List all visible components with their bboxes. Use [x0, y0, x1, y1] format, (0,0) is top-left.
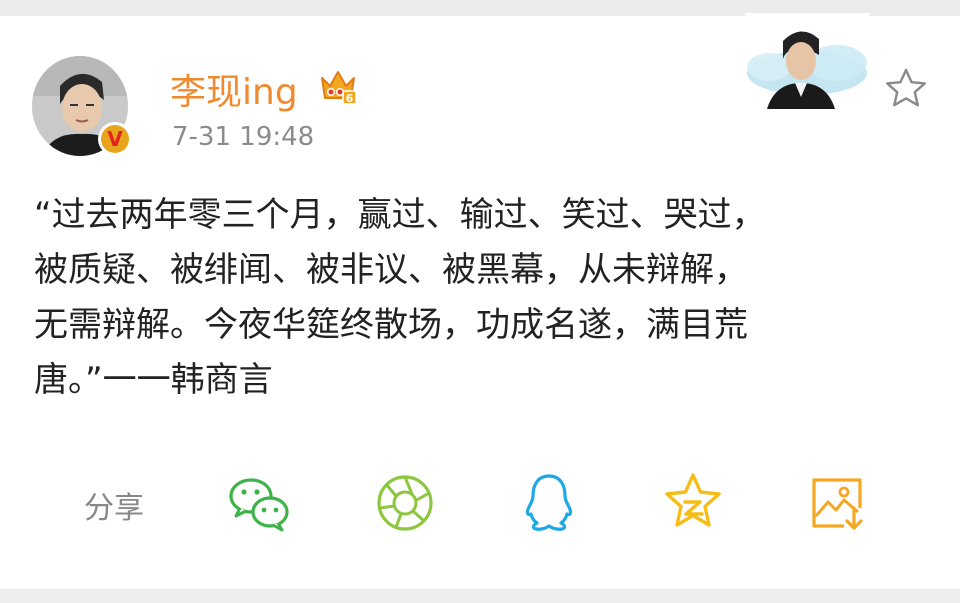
card-background-thumbnail[interactable] — [745, 13, 870, 109]
bottom-divider — [0, 589, 960, 603]
qzone-icon — [665, 473, 721, 527]
verified-icon: V — [101, 125, 129, 153]
post-timestamp: 7-31 19:48 — [172, 122, 315, 152]
share-wechat-button[interactable] — [226, 470, 292, 536]
share-qq-button[interactable] — [516, 470, 582, 536]
share-label: 分享 — [84, 491, 144, 526]
vip-level-label: 6 — [346, 92, 354, 105]
post-content: “过去两年零三个月，赢过、输过、笑过、哭过， 被质疑、被绯闻、被非议、被黑幕，从… — [34, 195, 766, 400]
qq-icon — [525, 474, 573, 531]
weibo-post-card: V 李现ing 6 7-31 19:48 “过去两年零三个月，赢过、输过、笑过、… — [0, 0, 960, 603]
vip-crown-icon: 6 — [318, 68, 358, 106]
share-moments-button[interactable] — [372, 470, 438, 536]
moments-icon — [377, 475, 433, 531]
favorite-star-icon[interactable] — [884, 67, 928, 109]
save-image-icon — [812, 478, 863, 530]
share-save-image-button[interactable] — [804, 470, 870, 536]
username[interactable]: 李现ing — [170, 63, 298, 115]
wechat-icon — [229, 478, 289, 532]
verified-badge: V — [98, 122, 132, 156]
share-qzone-button[interactable] — [660, 470, 726, 536]
